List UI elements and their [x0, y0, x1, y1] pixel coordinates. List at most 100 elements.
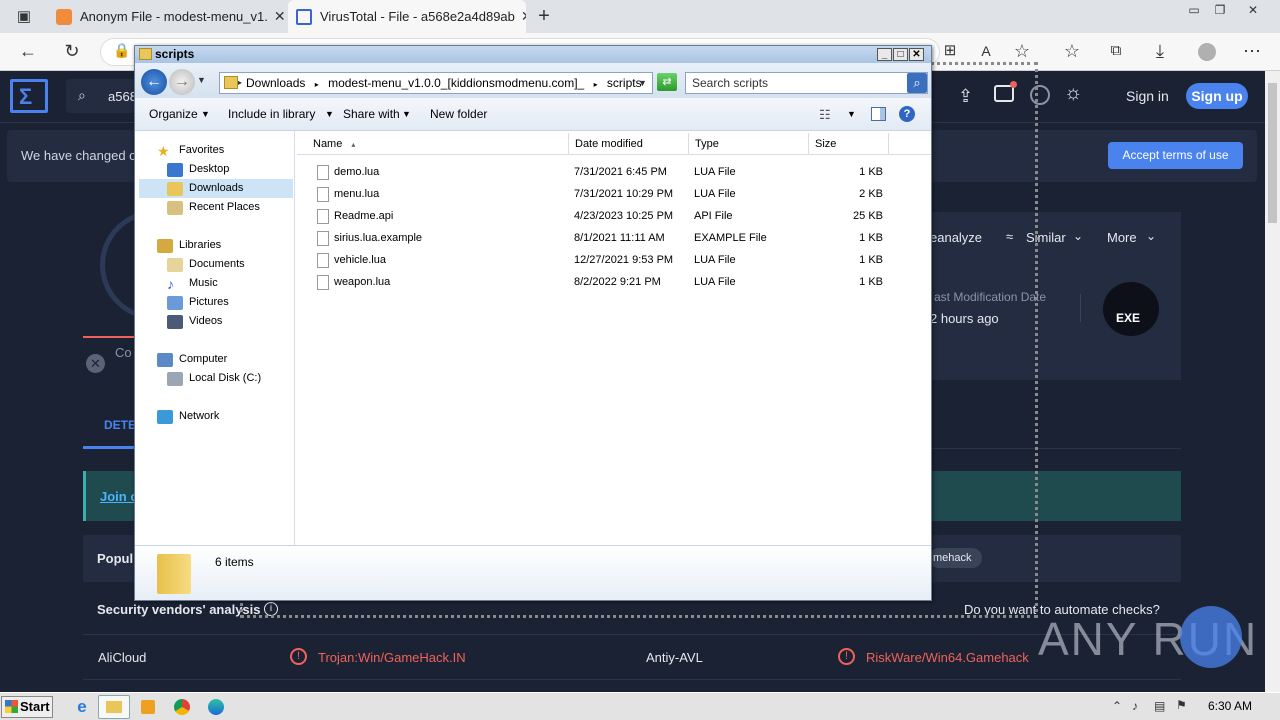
notifications-icon[interactable] [994, 81, 1017, 102]
preview-pane-icon[interactable] [871, 107, 886, 121]
column-type[interactable]: Type [689, 133, 809, 155]
help-icon[interactable] [1030, 85, 1050, 105]
minimize-button[interactable]: ▭ [1182, 0, 1206, 20]
chevron-right-icon[interactable]: ▸ [588, 80, 604, 89]
favorite-add-icon[interactable]: ☆ [1008, 33, 1036, 69]
downloads-icon[interactable]: ⤓ [1146, 33, 1174, 69]
new-folder-button[interactable]: New folder [430, 98, 487, 131]
nav-downloads[interactable]: Downloads [139, 179, 293, 198]
back-icon[interactable]: ← [12, 33, 44, 69]
join-link[interactable]: Join o [100, 489, 138, 504]
file-size: 2 KB [859, 188, 883, 200]
tab-detection[interactable]: DETE [104, 418, 136, 432]
file-row[interactable]: demo.lua 7/31/2021 6:45 PM LUA File 1 KB [297, 161, 931, 183]
nav-libraries[interactable]: Libraries [157, 236, 221, 255]
explorer-taskbar-icon[interactable] [98, 695, 130, 719]
chevron-down-icon[interactable]: ▼ [201, 98, 210, 131]
action-center-icon[interactable]: ⚑ [1176, 698, 1187, 712]
nav-videos[interactable]: Videos [167, 312, 222, 331]
info-icon[interactable]: i [264, 602, 278, 616]
ie-icon[interactable]: e [68, 695, 96, 719]
reanalyze-button[interactable]: eanalyze [930, 230, 982, 245]
more-menu-icon[interactable]: ⋯ [1238, 33, 1266, 69]
column-size[interactable]: Size [809, 133, 889, 155]
nav-computer[interactable]: Computer [157, 350, 227, 369]
breadcrumb-item[interactable]: scripts [607, 76, 642, 90]
network-tray-icon[interactable]: ▤ [1154, 699, 1165, 713]
new-tab-button[interactable]: + [530, 0, 558, 33]
chevron-right-icon[interactable]: ▸ [309, 80, 325, 89]
accept-terms-button[interactable]: Accept terms of use [1108, 142, 1243, 169]
tab-anonym-file[interactable]: Anonym File - modest-menu_v1. ✕ [48, 0, 286, 33]
refresh-icon[interactable]: ↻ [56, 33, 88, 69]
read-aloud-icon[interactable]: A [972, 33, 1000, 69]
forward-arrow-icon[interactable]: → [169, 69, 195, 95]
search-input[interactable]: Search scripts [685, 72, 928, 94]
file-row[interactable]: sirius.lua.example 8/1/2021 11:11 AM EXAMP… [297, 227, 931, 249]
nav-favorites[interactable]: ★ Favorites [157, 141, 224, 160]
nav-documents[interactable]: Documents [167, 255, 245, 274]
edge-icon[interactable] [202, 695, 230, 719]
media-player-icon[interactable] [134, 695, 162, 719]
chevron-down-icon[interactable]: ▼ [325, 98, 334, 131]
include-library-menu[interactable]: Include in library [228, 98, 315, 131]
restore-button[interactable]: ❐ [1208, 0, 1232, 20]
start-button[interactable]: Start [1, 696, 53, 718]
close-tab-icon[interactable]: ✕ [268, 8, 286, 25]
file-row[interactable]: Readme.api 4/23/2023 10:25 PM API File 25 K… [297, 205, 931, 227]
nav-desktop[interactable]: Desktop [167, 160, 229, 179]
virustotal-logo-icon[interactable]: Σ [10, 79, 48, 113]
file-row[interactable]: vehicle.lua 12/27/2021 9:53 PM LUA File 1 K… [297, 249, 931, 271]
breadcrumb-item[interactable]: Downloads [246, 76, 305, 90]
apps-icon[interactable]: ⊞ [936, 33, 964, 69]
nav-music[interactable]: ♪ Music [167, 274, 218, 293]
taskbar: Start e ⌃ ♪ ▤ ⚑ 6:30 AM [0, 692, 1280, 720]
sign-up-button[interactable]: Sign up [1186, 83, 1248, 109]
nav-pictures[interactable]: Pictures [167, 293, 229, 312]
nav-recent-places[interactable]: Recent Places [167, 198, 260, 217]
tab-virustotal[interactable]: VirusTotal - File - a568e2a4d89ab ✕ [288, 0, 526, 33]
file-type-badge: EXE [1116, 311, 1141, 325]
similar-button[interactable]: Similar [1026, 230, 1066, 245]
close-button[interactable]: ✕ [909, 48, 924, 61]
nav-local-disk[interactable]: Local Disk (C:) [167, 369, 261, 388]
theme-toggle-icon[interactable]: ☼ [1064, 82, 1082, 105]
address-dropdown-icon[interactable]: ▼ [638, 73, 647, 93]
upload-icon[interactable]: ⇪ [958, 86, 973, 107]
gamehack-tag[interactable]: mehack [929, 548, 982, 568]
favorites-icon[interactable]: ☆ [1058, 33, 1086, 69]
column-date[interactable]: Date modified [569, 133, 689, 155]
more-button[interactable]: More [1107, 230, 1137, 245]
chrome-icon[interactable] [168, 695, 196, 719]
close-circle-icon[interactable]: ✕ [86, 354, 105, 373]
refresh-icon[interactable]: ⇄ [657, 73, 677, 91]
close-window-button[interactable]: ✕ [1236, 0, 1270, 20]
organize-menu[interactable]: Organize [149, 98, 198, 131]
recent-pages-chevron-icon[interactable]: ▼ [197, 75, 206, 85]
back-arrow-icon[interactable]: ← [141, 69, 167, 95]
window-title-bar[interactable]: scripts _ □ ✕ [135, 46, 931, 63]
profile-avatar[interactable] [1198, 43, 1216, 61]
chevron-down-icon[interactable]: ▼ [847, 98, 856, 131]
breadcrumb[interactable]: ▸ Downloads ▸ modest-menu_v1.0.0_[kiddio… [219, 72, 653, 94]
maximize-button[interactable]: □ [893, 48, 908, 61]
file-row[interactable]: weapon.lua 8/2/2022 9:21 PM LUA File 1 KB [297, 271, 931, 293]
share-with-menu[interactable]: Share with [343, 98, 400, 131]
tab-actions-icon[interactable]: ▣ [10, 0, 38, 33]
speaker-icon[interactable]: ♪ [1132, 699, 1138, 713]
column-name[interactable]: Name ▴ [307, 133, 569, 155]
nav-network[interactable]: Network [157, 407, 219, 426]
show-hidden-icons-icon[interactable]: ⌃ [1112, 699, 1122, 713]
scrollbar-thumb[interactable] [1268, 83, 1277, 223]
chevron-down-icon[interactable]: ▼ [402, 98, 411, 131]
breadcrumb-item[interactable]: modest-menu_v1.0.0_[kiddionsmodmenu.com]… [328, 76, 584, 90]
collections-icon[interactable]: ⧉ [1102, 33, 1130, 69]
minimize-button[interactable]: _ [877, 48, 892, 61]
search-icon[interactable]: ⌕ [907, 73, 927, 93]
view-options-icon[interactable]: ☷ [819, 98, 831, 131]
page-scrollbar[interactable] [1265, 71, 1280, 692]
file-row[interactable]: menu.lua 7/31/2021 10:29 PM LUA File 2 KB [297, 183, 931, 205]
close-tab-icon[interactable]: ✕ [515, 8, 526, 25]
help-icon[interactable]: ? [899, 106, 915, 122]
sign-in-link[interactable]: Sign in [1126, 88, 1169, 104]
